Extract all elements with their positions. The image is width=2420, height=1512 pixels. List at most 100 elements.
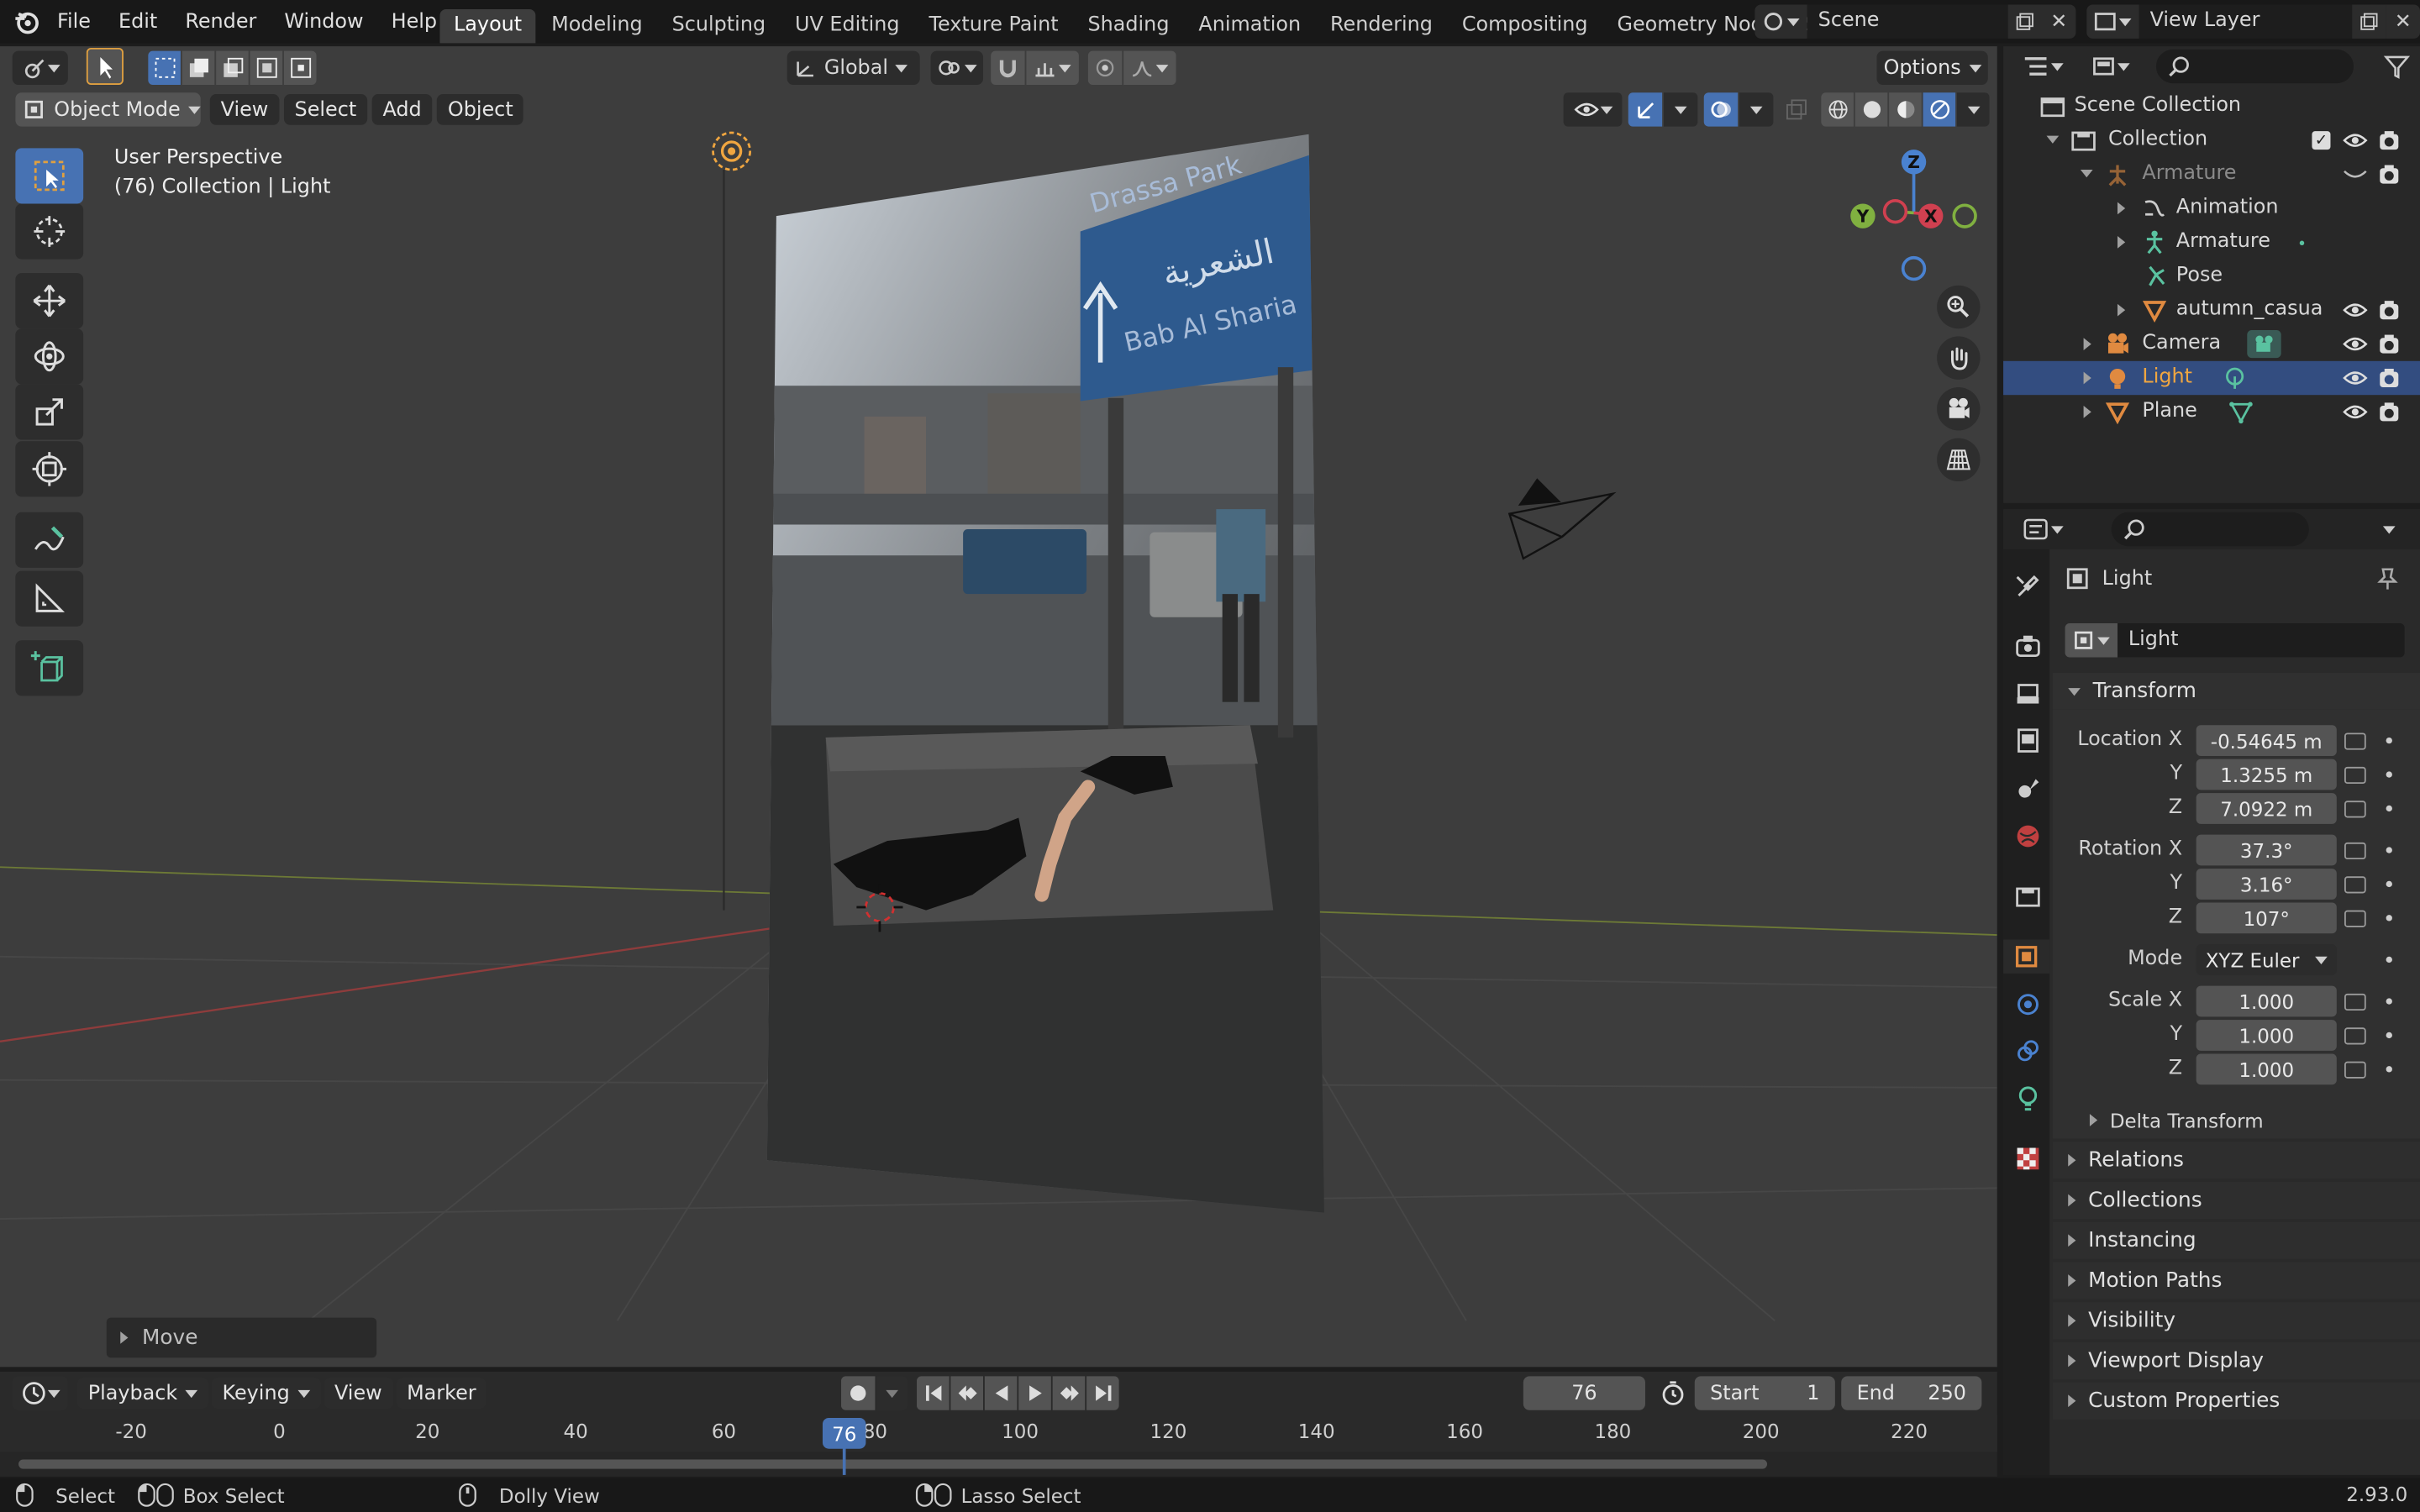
location-y-field[interactable]: 1.3255 m [2196, 759, 2337, 790]
keyframe-dot[interactable] [2386, 1032, 2392, 1039]
blender-logo-icon[interactable] [13, 8, 40, 35]
menu-add[interactable]: Add [371, 94, 433, 125]
outliner-search-input[interactable] [2155, 49, 2354, 84]
eye-closed-icon[interactable] [2343, 164, 2367, 186]
menu-object[interactable]: Object [437, 94, 524, 125]
eye-icon[interactable] [2343, 333, 2368, 355]
keyframe-dot[interactable] [2386, 847, 2392, 853]
gizmo-toggle[interactable] [1628, 92, 1663, 127]
menu-view[interactable]: View [209, 94, 280, 125]
camera-data-icon[interactable] [2247, 330, 2281, 359]
visibility-panel-header[interactable]: Visibility [2052, 1302, 2420, 1340]
lock-location-x-icon[interactable] [2344, 732, 2366, 750]
tab-layout[interactable]: Layout [439, 8, 536, 43]
camera-view-button[interactable] [1937, 387, 1981, 431]
menu-select[interactable]: Select [283, 94, 368, 125]
overlays-dropdown[interactable] [1739, 92, 1774, 127]
outliner-row-collection[interactable]: Collection ✓ [2003, 123, 2420, 157]
select-extend-icon[interactable] [182, 50, 215, 86]
last-operator-panel[interactable]: Move [106, 1317, 377, 1358]
lock-scale-z-icon[interactable] [2344, 1061, 2366, 1079]
object-tab-icon[interactable] [2003, 939, 2050, 974]
keyframe-dot[interactable] [2386, 915, 2392, 921]
tool-select-box[interactable] [15, 148, 84, 204]
image-plane[interactable]: Drassa Park الشعرية Bab Al Sharia [756, 123, 1343, 1234]
tool-annotate[interactable] [15, 512, 84, 568]
outliner-display-mode[interactable] [2084, 51, 2139, 82]
tab-uv-editing[interactable]: UV Editing [781, 8, 913, 42]
expand-arrow-icon[interactable] [2083, 338, 2091, 350]
light-data-tab-icon[interactable] [2011, 1082, 2044, 1116]
object-mode-dropdown[interactable]: Object Mode [15, 92, 201, 127]
snap-target-dropdown[interactable] [1026, 50, 1079, 86]
editor-type-button[interactable] [12, 50, 68, 86]
eye-icon[interactable] [2343, 129, 2368, 151]
view-layer-selector[interactable]: View Layer ✕ [2086, 4, 2420, 39]
keyframe-dot[interactable] [2386, 998, 2392, 1005]
new-scene-icon[interactable] [2007, 4, 2042, 39]
scale-y-field[interactable]: 1.000 [2196, 1020, 2337, 1051]
view-layer-name-field[interactable]: View Layer [2139, 4, 2353, 39]
outliner-row-plane[interactable]: Plane [2003, 395, 2420, 428]
menu-timeline-view[interactable]: View [324, 1378, 393, 1409]
scene-name-field[interactable]: Scene [1807, 4, 2008, 39]
tool-add-cube[interactable] [15, 640, 84, 696]
tool-transform[interactable] [15, 441, 84, 497]
delete-view-layer-icon[interactable]: ✕ [2386, 4, 2420, 39]
render-camera-icon[interactable] [2377, 299, 2402, 321]
collapse-arrow-icon[interactable] [2080, 170, 2093, 178]
play-reverse-button[interactable] [984, 1376, 1018, 1410]
location-z-field[interactable]: 7.0922 m [2196, 793, 2337, 824]
select-tool-mode-icon[interactable] [86, 47, 124, 86]
tool-scale[interactable] [15, 384, 84, 440]
rotation-y-field[interactable]: 3.16° [2196, 869, 2337, 900]
expand-arrow-icon[interactable] [2083, 406, 2091, 418]
eye-icon[interactable] [2343, 367, 2368, 389]
lock-scale-y-icon[interactable] [2344, 1027, 2366, 1045]
tab-texture-paint[interactable]: Texture Paint [915, 8, 1072, 42]
collection-tab-icon[interactable] [2011, 879, 2044, 913]
rendered-shading-icon[interactable] [1923, 92, 1956, 127]
scale-x-field[interactable]: 1.000 [2196, 985, 2337, 1017]
tab-compositing[interactable]: Compositing [1448, 8, 1602, 42]
keyframe-dot[interactable] [2386, 805, 2392, 812]
collapse-arrow-icon[interactable] [2046, 135, 2060, 144]
viewport-3d[interactable]: Drassa Park الشعرية Bab Al Sharia Global… [0, 46, 1997, 1368]
keyframe-dot[interactable] [2386, 956, 2392, 963]
outliner-row-autumn-casual[interactable]: autumn_casua [2003, 293, 2420, 327]
output-tab-icon[interactable] [2011, 677, 2044, 711]
outliner-row-animation[interactable]: Animation [2003, 192, 2420, 225]
collections-panel-header[interactable]: Collections [2052, 1181, 2420, 1220]
view-layer-tab-icon[interactable] [2011, 723, 2044, 757]
object-name-field[interactable]: Light [2065, 623, 2405, 658]
tool-move[interactable] [15, 273, 84, 329]
delete-scene-icon[interactable]: ✕ [2042, 4, 2076, 39]
outliner-row-armature-data[interactable]: Armature [2003, 225, 2420, 259]
shading-options-dropdown[interactable] [1956, 92, 1990, 127]
light-data-icon[interactable] [2223, 365, 2247, 390]
properties-options-dropdown[interactable] [2374, 514, 2405, 545]
tab-sculpting[interactable]: Sculpting [658, 8, 780, 42]
timeline-ruler[interactable]: -20 0 20 40 60 80 100 120 140 160 180 200 220 [0, 1415, 1997, 1452]
keying-set-dropdown[interactable] [876, 1376, 908, 1410]
expand-arrow-icon[interactable] [2083, 371, 2091, 385]
next-keyframe-button[interactable] [1052, 1376, 1086, 1410]
mesh-data-icon[interactable] [2228, 400, 2253, 424]
end-frame-field[interactable]: End 250 [1841, 1376, 1982, 1410]
view-layer-browse-icon[interactable] [2086, 4, 2139, 39]
keyframe-dot[interactable] [2386, 771, 2392, 778]
location-x-field[interactable]: -0.54645 m [2196, 725, 2337, 756]
scene-tab-icon[interactable] [2011, 771, 2044, 805]
keyframe-dot[interactable] [2386, 880, 2392, 888]
delta-transform-subpanel[interactable]: Delta Transform [2071, 1105, 2396, 1136]
transform-panel-header[interactable]: Transform [2052, 672, 2420, 710]
keyframe-dot[interactable] [2386, 737, 2392, 744]
start-frame-field[interactable]: Start 1 [1694, 1376, 1835, 1410]
jump-end-button[interactable] [1086, 1376, 1119, 1410]
play-button[interactable] [1018, 1376, 1051, 1410]
object-name-input[interactable]: Light [2118, 623, 2405, 658]
outliner-row-scene-collection[interactable]: Scene Collection [2003, 90, 2420, 123]
menu-file[interactable]: File [43, 10, 104, 34]
auto-keying-toggle[interactable] [841, 1376, 876, 1410]
menu-playback[interactable]: Playback [76, 1378, 208, 1409]
